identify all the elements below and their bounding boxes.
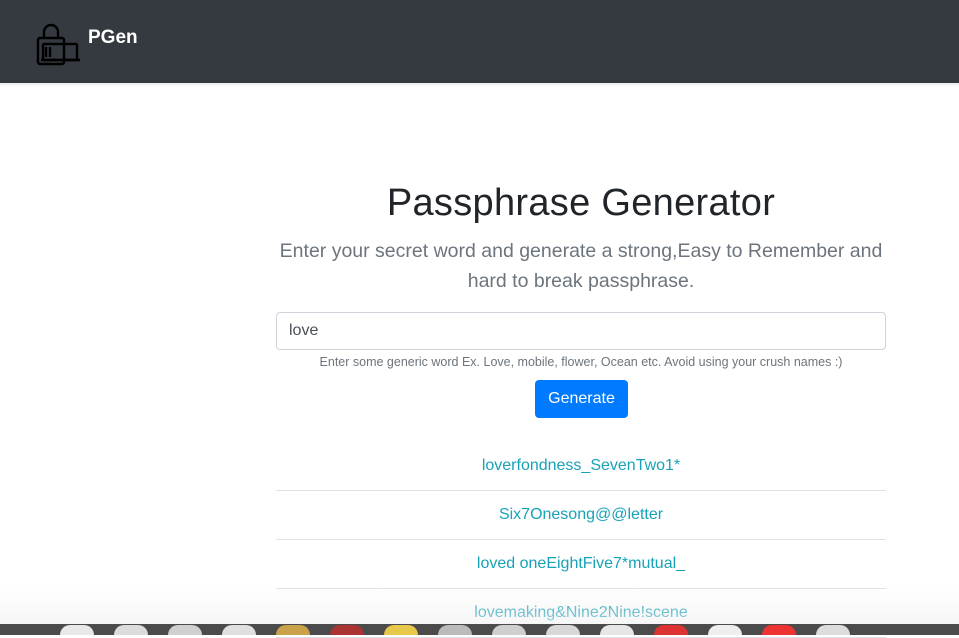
app-icon[interactable] [384,625,418,635]
result-item[interactable]: loved oneEightFive7*mutual_ [276,540,886,589]
results-list: loverfondness_SevenTwo1* Six7Onesong@@le… [276,442,886,638]
app-icon[interactable] [762,625,796,635]
app-icon[interactable] [330,625,364,635]
app-icon[interactable] [546,625,580,635]
finder-icon[interactable] [60,625,94,635]
lock-laptop-icon [33,14,83,70]
app-icon[interactable] [492,625,526,635]
app-icon[interactable] [708,625,742,635]
app-icon[interactable] [816,625,850,635]
brand-name: PGen [88,26,138,48]
generate-button[interactable]: Generate [535,380,628,418]
app-icon[interactable] [654,625,688,635]
result-item[interactable]: Six7Onesong@@letter [276,491,886,540]
app-icon[interactable] [438,625,472,635]
secret-word-input[interactable] [276,312,886,350]
page-title: Passphrase Generator [386,182,776,224]
navbar: PGen [0,0,959,83]
result-item[interactable]: loverfondness_SevenTwo1* [276,442,886,491]
macos-dock [0,624,959,635]
app-icon[interactable] [222,625,256,635]
launchpad-icon[interactable] [114,625,148,635]
app-icon[interactable] [276,625,310,635]
input-help-text: Enter some generic word Ex. Love, mobile… [319,355,843,369]
brand-link[interactable]: PGen [33,14,138,70]
page-lead: Enter your secret word and generate a st… [279,240,883,292]
safari-icon[interactable] [168,625,202,635]
app-icon[interactable] [600,625,634,635]
navbar-shadow [0,83,959,87]
